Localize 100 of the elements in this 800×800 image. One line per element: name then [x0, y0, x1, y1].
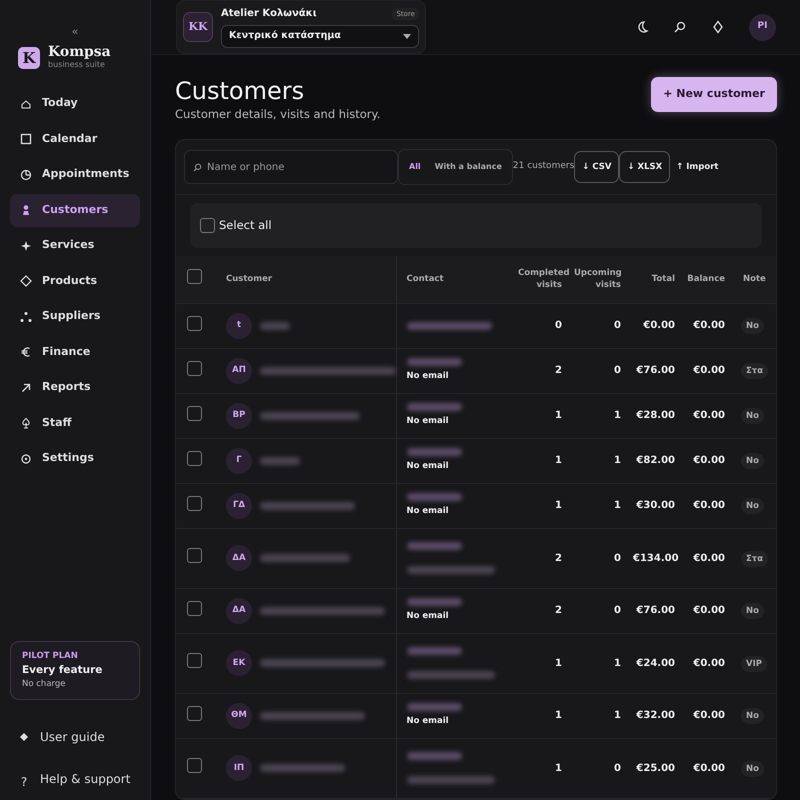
table-cell: 0 [614, 605, 621, 616]
checkbox[interactable] [187, 496, 202, 511]
table-cell: 1 [614, 500, 621, 512]
diamond-icon[interactable] [711, 20, 725, 34]
customer-avatar: ΒΡ [226, 402, 252, 429]
table-cell: €76.00 [636, 365, 675, 376]
checkbox[interactable] [187, 653, 202, 668]
nav-item[interactable]: Appointments [10, 158, 140, 191]
customer-avatar: ΓΔ [226, 492, 252, 519]
new-customer-button[interactable]: + New customer [651, 77, 777, 112]
customer-avatar: ΙΠ [226, 755, 252, 782]
nav-item[interactable]: Staff [10, 406, 140, 440]
table-cell: €32.00 [636, 710, 675, 722]
clock-icon [20, 168, 32, 180]
brand-tagline: business suite [48, 59, 106, 71]
redacted-phone [406, 647, 462, 656]
question-icon: ? [18, 773, 30, 785]
checkbox[interactable] [187, 600, 202, 616]
redacted-phone [406, 703, 462, 712]
import-button[interactable]: ↑ Import [670, 160, 724, 174]
nav-item[interactable]: Reports [10, 371, 140, 404]
checkbox[interactable] [187, 406, 202, 421]
home-icon [20, 98, 32, 110]
checkbox[interactable] [187, 360, 202, 376]
contact-email: No email [406, 370, 450, 383]
plan-label: PILOT PLAN [22, 650, 79, 662]
redacted-name [260, 456, 300, 465]
person-icon [20, 204, 32, 216]
table-cell: 1 [614, 410, 621, 422]
dots-icon [20, 310, 32, 322]
filter-tab[interactable]: All [409, 161, 421, 174]
search-field[interactable]: Name or phone [184, 150, 398, 184]
page-title: Customers [175, 77, 306, 106]
store-avatar: KK [183, 12, 213, 42]
note-tag: Στα [741, 550, 768, 567]
table-cell: €134.00 [633, 552, 679, 564]
store-name: Atelier Κολωνάκι [221, 7, 317, 22]
checkbox[interactable] [187, 706, 202, 721]
nav-item[interactable]: Services [10, 229, 140, 262]
nav-item[interactable]: Finance [10, 336, 140, 368]
table-cell: 1 [614, 710, 621, 722]
table-cell: €30.00 [636, 500, 675, 512]
page-subtitle: Customer details, visits and history. [175, 106, 380, 123]
table-cell: €0.00 [643, 320, 675, 332]
export-button[interactable]: ↓ CSV [574, 151, 620, 184]
table-cell: €0.00 [693, 605, 725, 616]
column-header: Customer [226, 274, 272, 284]
redacted-phone [406, 598, 462, 606]
nav-item[interactable]: Today [10, 87, 140, 120]
sparkle-icon [20, 240, 32, 252]
sidebar-link[interactable]: ? Help & support [10, 758, 140, 800]
table-cell: 1 [555, 710, 562, 722]
search-icon[interactable] [673, 20, 687, 34]
redacted-phone [406, 752, 462, 760]
column-header: Upcoming visits [574, 268, 622, 290]
contact-email: No email [406, 415, 450, 428]
checkbox[interactable] [187, 548, 202, 564]
column-header: Completed visits [518, 268, 570, 290]
location-select[interactable]: Κεντρικό κατάστημα [221, 25, 419, 48]
table-cell: 1 [555, 500, 562, 512]
customer-avatar: t [226, 312, 252, 339]
nav-item[interactable]: Settings [10, 442, 140, 475]
plan-note: No charge [22, 678, 67, 691]
square-icon [20, 133, 32, 145]
table-cell: 1 [555, 762, 562, 774]
checkbox[interactable] [187, 450, 202, 466]
collapse-button[interactable]: « [10, 0, 140, 45]
checkbox[interactable] [187, 758, 202, 774]
sidebar-link[interactable]: User guide [10, 716, 140, 758]
customer-avatar: ΔΑ [226, 545, 252, 572]
brand-name: Kompsa [48, 45, 111, 59]
user-avatar[interactable]: PI [749, 14, 776, 40]
table-cell: €0.00 [693, 762, 725, 774]
checkbox[interactable] [187, 269, 202, 284]
nav-item[interactable]: Customers [10, 194, 140, 226]
table-cell: €0.00 [693, 320, 725, 332]
table-cell: 2 [555, 552, 562, 564]
table-cell: 1 [555, 455, 562, 466]
checkbox[interactable] [200, 218, 215, 234]
checkbox[interactable] [187, 316, 202, 331]
note-tag: VIP [741, 656, 767, 672]
table-cell: 1 [555, 658, 562, 669]
arrow-icon [20, 382, 32, 394]
contact-email: No email [406, 505, 450, 518]
table-cell: €24.00 [636, 658, 675, 669]
contact-email: No email [406, 610, 450, 623]
export-button[interactable]: ↓ XLSX [619, 151, 670, 184]
table-cell: €0.00 [693, 658, 725, 669]
spade-icon [20, 417, 32, 429]
nav-item[interactable]: Products [10, 264, 140, 298]
nav-item[interactable]: Suppliers [10, 300, 140, 333]
filter-tab[interactable]: With a balance [434, 161, 502, 174]
customer-avatar: ΔΑ [226, 598, 252, 624]
table-cell: €0.00 [693, 410, 725, 422]
redacted-name [260, 322, 290, 330]
nav-item[interactable]: Calendar [10, 122, 140, 156]
redacted-phone [406, 448, 462, 456]
contact-email: No email [406, 715, 450, 728]
table-cell: €28.00 [636, 410, 675, 422]
table-cell: 1 [614, 455, 621, 466]
